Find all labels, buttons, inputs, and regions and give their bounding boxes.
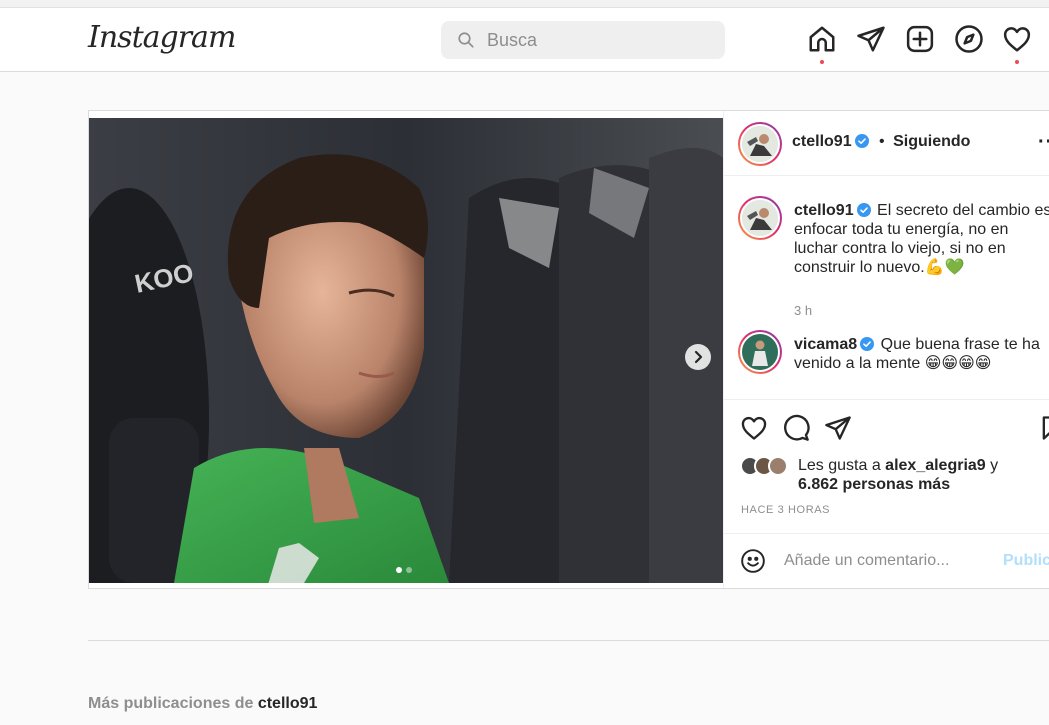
header-separator: • (879, 133, 885, 150)
home-notification-dot (820, 60, 824, 64)
more-posts-heading: Más publicaciones de ctello91 (88, 695, 317, 713)
post-timestamp[interactable]: HACE 3 HORAS (741, 504, 830, 516)
verified-badge-icon (854, 134, 869, 148)
avatar-image (740, 332, 780, 372)
section-divider (88, 640, 1049, 641)
comment-username[interactable]: vicama8 (794, 336, 857, 353)
likes-others[interactable]: 6.862 personas más (798, 476, 950, 493)
post-header: ctello91 • Siguiendo ··· (724, 111, 1049, 176)
likes-joiner: y (985, 457, 999, 474)
author-avatar[interactable] (738, 122, 782, 166)
like-icon[interactable] (740, 414, 768, 442)
caption-author-avatar[interactable] (738, 196, 782, 240)
verified-badge-icon (860, 337, 875, 351)
commenter-avatar[interactable] (738, 330, 782, 374)
carousel-dot (406, 567, 412, 573)
author-username[interactable]: ctello91 (792, 133, 852, 150)
comment-input[interactable] (784, 544, 994, 578)
post-card: KOO ctello91 • Siguiendo · ctello91 El s… (88, 110, 1049, 589)
caption-comment: ctello91 El secreto del cambio es enfoca… (794, 201, 1049, 277)
likes-summary: Les gusta a alex_alegria9 y 6.862 persona… (798, 456, 1049, 494)
verified-badge-icon (856, 203, 871, 217)
following-button[interactable]: Siguiendo (893, 133, 970, 150)
search-icon (458, 32, 474, 48)
more-posts-prefix: Más publicaciones de (88, 695, 258, 712)
more-options-icon[interactable]: ··· (1038, 131, 1049, 154)
search-input[interactable] (487, 21, 707, 59)
share-icon[interactable] (824, 414, 852, 442)
comment-icon[interactable] (782, 414, 810, 442)
instagram-logo[interactable]: Instagram (88, 20, 236, 55)
avatar-image (740, 198, 780, 238)
likes-prefix: Les gusta a (798, 457, 886, 474)
activity-icon[interactable] (1002, 24, 1032, 54)
avatar-image (740, 124, 780, 164)
chevron-right-icon (694, 350, 703, 364)
save-icon[interactable] (1038, 414, 1049, 442)
post-sidebar: ctello91 • Siguiendo ··· ctello91 (723, 111, 1049, 588)
home-icon[interactable] (807, 24, 837, 54)
post-actions: Les gusta a alex_alegria9 y 6.862 persona… (724, 399, 1049, 534)
top-navbar: Instagram (0, 8, 1049, 72)
search-box[interactable] (441, 21, 725, 59)
activity-notification-dot (1015, 60, 1019, 64)
caption-time: 3 h (794, 303, 813, 318)
caption-username[interactable]: ctello91 (794, 202, 854, 219)
post-photo[interactable]: KOO (89, 118, 723, 583)
likes-user[interactable]: alex_alegria9 (885, 457, 986, 474)
browser-top-strip (0, 0, 1049, 8)
carousel-dot (396, 567, 402, 573)
direct-icon[interactable] (856, 24, 886, 54)
more-posts-username[interactable]: ctello91 (258, 695, 318, 712)
carousel-indicator (396, 560, 416, 578)
add-comment-bar: Publicar (724, 533, 1049, 588)
liker-avatar (768, 456, 788, 476)
comments-list: ctello91 El secreto del cambio es enfoca… (724, 177, 1049, 399)
carousel-next-button[interactable] (685, 344, 711, 370)
comment: vicama8 Que buena frase te ha venido a l… (794, 335, 1049, 373)
emoji-icon[interactable] (740, 548, 766, 574)
post-photo-image: KOO (89, 118, 723, 583)
publish-button[interactable]: Publicar (1003, 552, 1049, 570)
new-post-icon[interactable] (905, 24, 935, 54)
post-header-text: ctello91 • Siguiendo (792, 133, 970, 151)
explore-icon[interactable] (954, 24, 984, 54)
